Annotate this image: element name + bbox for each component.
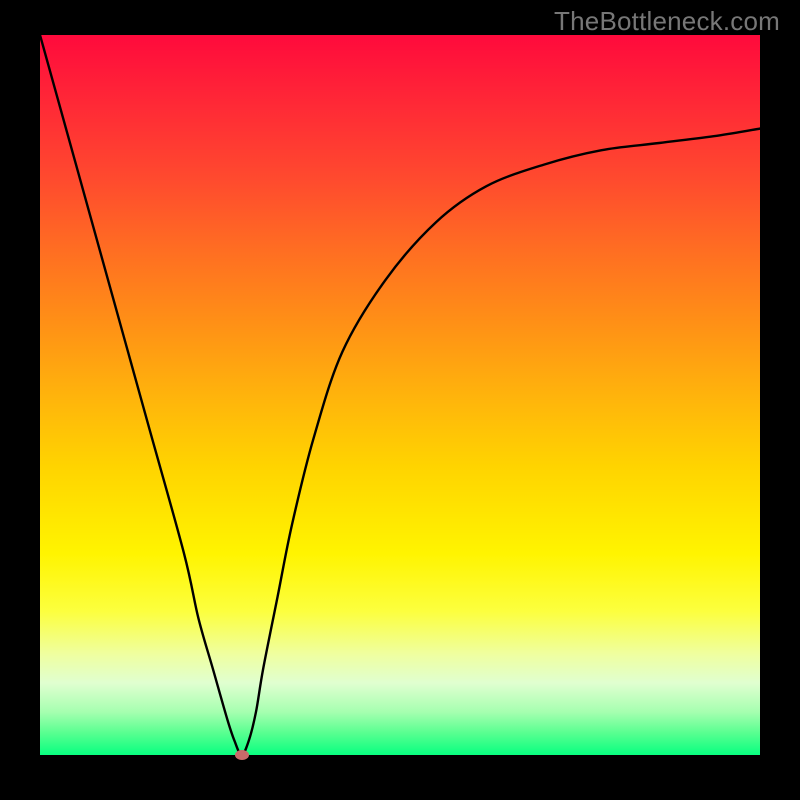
- watermark-text: TheBottleneck.com: [554, 6, 780, 37]
- plot-area: [40, 35, 760, 755]
- minimum-marker: [235, 750, 249, 760]
- curve-path: [40, 35, 760, 755]
- bottleneck-curve: [40, 35, 760, 755]
- chart-frame: TheBottleneck.com: [0, 0, 800, 800]
